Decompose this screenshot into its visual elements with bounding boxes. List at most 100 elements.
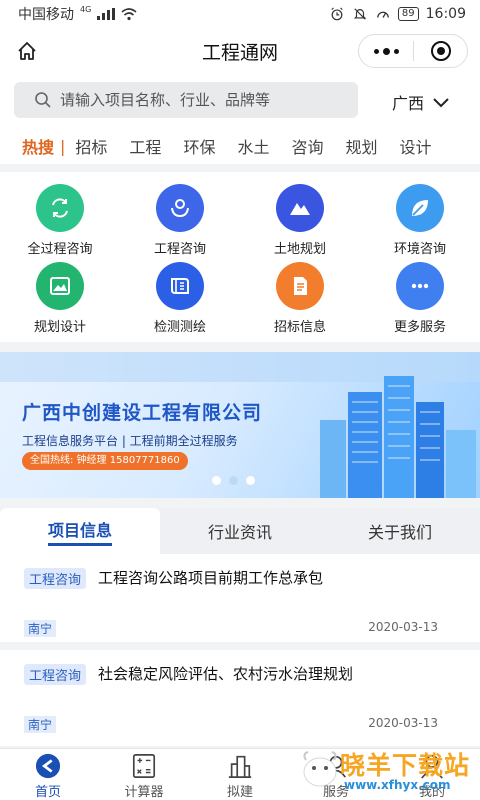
signal-icon: [97, 8, 116, 20]
service-tudi-guihua[interactable]: 土地规划: [240, 184, 360, 262]
status-right: 89 16:09: [329, 6, 466, 22]
hot-tag-huanbao[interactable]: 环保: [183, 134, 215, 158]
ruler-book-icon: [156, 262, 204, 310]
project-title: 工程咨询公路项目前期工作总承包: [98, 569, 324, 587]
close-program-button[interactable]: [414, 35, 467, 67]
hot-search-bar: 热搜 | 招标 工程 环保 水土 咨询 规划 设计: [0, 128, 480, 164]
mountain-icon: [276, 184, 324, 232]
leaf-icon: [396, 184, 444, 232]
carousel-dot[interactable]: [212, 476, 221, 485]
promo-banner[interactable]: 广西中创建设工程有限公司 工程信息服务平台 | 工程前期全过程服务 全国热线: …: [0, 352, 480, 498]
nav-mine[interactable]: 我的: [384, 749, 480, 800]
service-quanguocheng[interactable]: 全过程咨询: [0, 184, 120, 262]
status-bar: 中国移动 4G 89 16:09: [0, 0, 480, 28]
tab-industry-news[interactable]: 行业资讯: [160, 508, 320, 554]
carousel-dots: [212, 476, 255, 485]
landscape-frame-icon: [36, 262, 84, 310]
search-icon: [35, 92, 51, 108]
search-input[interactable]: [60, 91, 350, 109]
service-gengduo[interactable]: 更多服务: [360, 262, 480, 340]
mute-icon: [353, 8, 367, 20]
service-huanjing-zixun[interactable]: 环境咨询: [360, 184, 480, 262]
banner-hotline: 全国热线: 钟经理 15807771860: [22, 452, 188, 470]
hot-tag-gongcheng[interactable]: 工程: [129, 134, 161, 158]
nav-service[interactable]: 服务: [288, 749, 384, 800]
nav-proposed[interactable]: 拟建: [192, 749, 288, 800]
location-badge: 南宁: [24, 620, 57, 637]
search-box[interactable]: [14, 82, 358, 118]
service-grid: 全过程咨询 工程咨询 土地规划 环境咨询 规划设计 检测测绘 招标信息 更多服务: [0, 172, 480, 342]
service-label: 更多服务: [393, 320, 446, 335]
service-label: 全过程咨询: [27, 242, 93, 257]
service-gongcheng-zixun[interactable]: 工程咨询: [120, 184, 240, 262]
nav-home[interactable]: 首页: [0, 749, 96, 800]
mini-program-capsule: [358, 34, 468, 68]
more-menu-button[interactable]: [359, 35, 413, 67]
service-zhaobiao-xinxi[interactable]: 招标信息: [240, 262, 360, 340]
category-badge: 工程咨询: [24, 568, 87, 589]
user-icon: [421, 754, 443, 779]
tab-project-info[interactable]: 项目信息: [0, 508, 160, 554]
hands-person-icon: [156, 184, 204, 232]
alarm-icon: [331, 7, 343, 21]
bottom-nav: 首页 计算器 拟建 服务 我的: [0, 748, 480, 800]
service-label: 招标信息: [273, 320, 326, 335]
project-date: 2020-03-13: [368, 716, 438, 730]
chevron-down-icon: [433, 98, 449, 108]
list-item[interactable]: 工程咨询 社会稳定风险评估、农村污水治理规划 南宁 2020-03-13: [0, 650, 480, 746]
service-label: 工程咨询: [153, 242, 206, 257]
nav-calculator[interactable]: 计算器: [96, 749, 192, 800]
hot-tag-guihua[interactable]: 规划: [345, 134, 377, 158]
service-label: 规划设计: [33, 320, 86, 335]
nav-label: 服务: [322, 785, 349, 800]
nav-label: 我的: [418, 785, 445, 800]
hot-tag-sheji[interactable]: 设计: [400, 134, 432, 158]
list-item[interactable]: 工程咨询 工程咨询公路项目前期工作总承包 南宁 2020-03-13: [0, 554, 480, 650]
target-icon: [430, 41, 451, 61]
more-dots-icon: [396, 262, 444, 310]
nav-label: 首页: [34, 785, 61, 800]
home-arrow-icon: [35, 753, 61, 779]
location-badge: 南宁: [24, 716, 57, 733]
service-label: 环境咨询: [393, 242, 446, 257]
tab-label: 项目信息: [47, 517, 112, 546]
document-icon: [276, 262, 324, 310]
banner-subtitle: 工程信息服务平台 | 工程前期全过程服务: [22, 434, 238, 448]
carousel-dot-active[interactable]: [229, 476, 238, 485]
speed-icon: [377, 11, 389, 18]
service-label: 土地规划: [273, 242, 326, 257]
clock: 16:09: [425, 6, 466, 22]
carrier-name: 中国移动: [18, 7, 74, 23]
service-label: 检测测绘: [153, 320, 206, 335]
buildings-icon: [228, 755, 252, 778]
tab-label: 行业资讯: [207, 523, 272, 542]
calculator-icon: [132, 754, 156, 778]
title-bar: 工程通网: [0, 28, 480, 74]
project-date: 2020-03-13: [368, 620, 438, 634]
hot-tag-zixun[interactable]: 咨询: [291, 134, 323, 158]
hot-tag-shuitu[interactable]: 水土: [237, 134, 269, 158]
service-icon: [326, 755, 346, 778]
tab-label: 关于我们: [367, 523, 432, 542]
region-selector[interactable]: 广西: [392, 90, 450, 114]
loop-arrows-icon: [36, 184, 84, 232]
network-type: 4G: [80, 4, 92, 14]
banner-title: 广西中创建设工程有限公司: [22, 402, 263, 424]
status-left: 中国移动 4G: [18, 4, 137, 24]
search-area: 广西: [0, 74, 480, 128]
category-badge: 工程咨询: [24, 664, 87, 685]
wifi-icon: [121, 8, 137, 21]
tab-about-us[interactable]: 关于我们: [320, 508, 480, 554]
home-icon[interactable]: [16, 40, 38, 62]
nav-label: 拟建: [226, 785, 253, 800]
nav-label: 计算器: [124, 785, 164, 800]
service-guihua-sheji[interactable]: 规划设计: [0, 262, 120, 340]
hot-search-separator: |: [60, 136, 66, 156]
content-tabs: 项目信息 行业资讯 关于我们: [0, 508, 480, 554]
hot-search-label: 热搜: [22, 138, 55, 157]
carousel-dot[interactable]: [246, 476, 255, 485]
hot-tag-zhaobiao[interactable]: 招标: [75, 134, 107, 158]
project-list: 工程咨询 工程咨询公路项目前期工作总承包 南宁 2020-03-13 工程咨询 …: [0, 554, 480, 746]
service-jiance-cehui[interactable]: 检测测绘: [120, 262, 240, 340]
region-label: 广西: [392, 94, 425, 113]
